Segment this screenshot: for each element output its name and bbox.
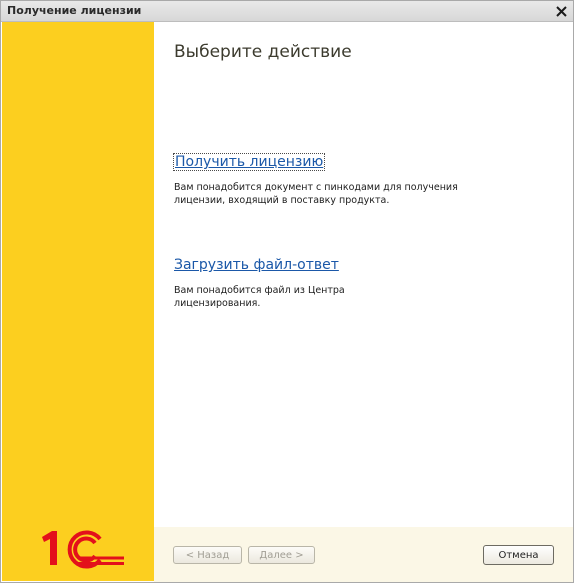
license-dialog: Получение лицензии Выберите действие Пол… [0,0,574,583]
load-response-file-description: Вам понадобится файл из Центра лицензиро… [174,285,345,309]
main-content: Выберите действие Получить лицензию Вам … [154,22,573,527]
1c-logo-icon [42,530,124,569]
close-button[interactable] [553,3,569,19]
load-response-file-link[interactable]: Загрузить файл-ответ [174,257,339,273]
page-title: Выберите действие [174,42,352,62]
cancel-button[interactable]: Отмена [483,545,554,565]
back-button[interactable]: < Назад [173,546,242,564]
title-bar: Получение лицензии [1,1,573,22]
get-license-link[interactable]: Получить лицензию [172,153,326,171]
next-button[interactable]: Далее > [248,546,315,564]
sidebar [2,22,154,581]
logo-1c [38,527,128,575]
get-license-description: Вам понадобится документ с пинкодами для… [174,182,458,206]
window-title: Получение лицензии [7,4,142,17]
close-icon [555,5,567,17]
button-bar: < Назад Далее > Отмена [154,527,573,582]
